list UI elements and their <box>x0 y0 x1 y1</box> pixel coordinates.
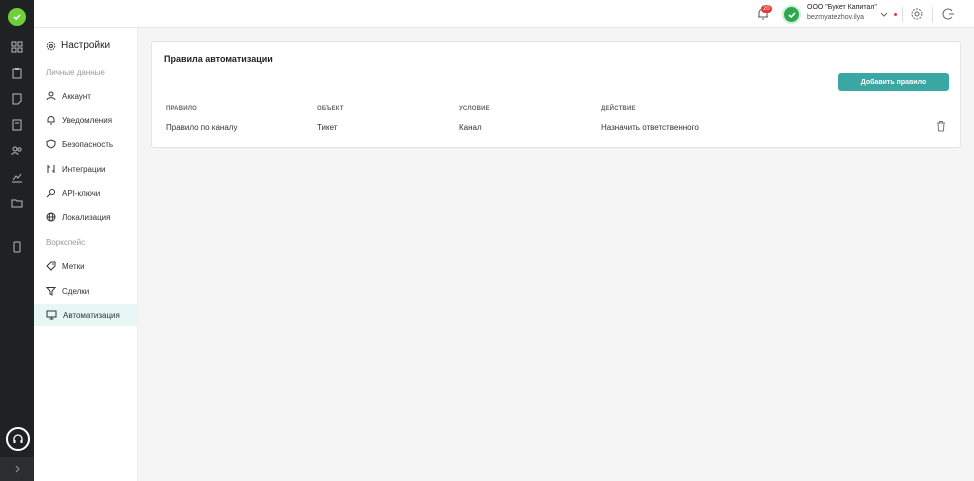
notifications-badge: 20 <box>761 5 772 13</box>
column-header-rule: ПРАВИЛО <box>166 106 198 112</box>
logout-icon[interactable] <box>942 7 956 21</box>
key-icon <box>46 189 55 198</box>
rail-document-icon[interactable] <box>9 117 25 133</box>
sidebar-item-label: Метки <box>62 261 85 271</box>
filter-icon <box>46 287 56 296</box>
sidebar-item-label: Интеграции <box>62 164 106 174</box>
trash-icon[interactable] <box>935 120 947 132</box>
section-personal: Личные данные <box>46 68 105 77</box>
settings-title: Настройки <box>46 40 110 51</box>
settings-title-text: Настройки <box>61 40 111 51</box>
monitor-icon <box>46 310 57 320</box>
sidebar-item-integrations[interactable]: Интеграции <box>34 158 138 180</box>
add-rule-button[interactable]: Добавить правило <box>838 73 949 91</box>
support-button[interactable] <box>6 427 30 451</box>
column-header-condition: УСЛОВИЕ <box>459 106 490 112</box>
divider <box>932 7 933 22</box>
check-icon <box>787 11 796 18</box>
user-icon <box>46 91 56 101</box>
org-avatar[interactable] <box>782 5 801 24</box>
settings-sidebar: Настройки Личные данные Аккаунт Уведомле… <box>34 28 138 481</box>
sidebar-item-label: Автоматизация <box>63 310 120 320</box>
sidebar-item-label: Уведомления <box>62 115 113 125</box>
rail-clipboard-icon[interactable] <box>9 65 25 81</box>
org-name[interactable]: ООО "Букет Капитал" <box>807 4 877 11</box>
rail-phone-icon[interactable] <box>9 239 25 255</box>
column-header-object: ОБЪЕКТ <box>317 106 344 112</box>
rail-chart-icon[interactable] <box>9 169 25 185</box>
shield-icon <box>46 139 56 149</box>
table-cell-object: Тикет <box>317 123 338 132</box>
sidebar-item-label: Аккаунт <box>62 91 91 101</box>
sidebar-item-notifications[interactable]: Уведомления <box>34 109 138 131</box>
sidebar-item-security[interactable]: Безопасность <box>34 133 138 155</box>
globe-icon <box>46 212 56 222</box>
sidebar-item-account[interactable]: Аккаунт <box>34 85 138 107</box>
sidebar-item-tags[interactable]: Метки <box>34 255 138 277</box>
rail-folder-icon[interactable] <box>9 195 25 211</box>
sidebar-item-label: Сделки <box>62 286 90 296</box>
rail-note-icon[interactable] <box>9 91 25 107</box>
sidebar-item-label: Безопасность <box>62 139 114 149</box>
table-cell-condition: Канал <box>459 123 482 132</box>
status-dot <box>894 13 897 16</box>
chevron-down-icon[interactable] <box>879 10 889 20</box>
sidebar-item-automation[interactable]: Автоматизация <box>34 304 138 326</box>
table-cell-action: Назначить ответственного <box>601 123 699 132</box>
rail-dashboard-icon[interactable] <box>9 39 25 55</box>
expand-rail-button[interactable] <box>0 457 34 481</box>
headset-icon <box>13 434 23 443</box>
sidebar-item-deals[interactable]: Сделки <box>34 280 138 302</box>
sidebar-item-label: Локализация <box>62 212 111 222</box>
sidebar-item-label: API-ключи <box>62 188 101 198</box>
page-title: Правила автоматизации <box>164 54 273 64</box>
app-logo[interactable] <box>8 8 26 26</box>
user-name[interactable]: bezmyatezhov.ilya <box>807 14 864 21</box>
column-header-action: ДЕЙСТВИЕ <box>601 106 636 112</box>
sidebar-item-localization[interactable]: Локализация <box>34 206 138 228</box>
integration-icon <box>47 165 55 173</box>
gear-icon[interactable] <box>910 7 924 21</box>
chevron-right-icon <box>15 465 20 473</box>
automation-rules-card: Правила автоматизации Добавить правило П… <box>151 41 961 148</box>
bell-icon <box>47 116 55 125</box>
tag-icon <box>46 261 56 271</box>
sidebar-item-api-keys[interactable]: API-ключи <box>34 182 138 204</box>
gear-icon <box>46 41 56 50</box>
divider <box>902 7 903 22</box>
top-bar: 20 ООО "Букет Капитал" bezmyatezhov.ilya <box>34 0 974 28</box>
section-workspace: Воркспейс <box>46 238 86 247</box>
icon-rail <box>0 0 34 481</box>
table-cell-rule[interactable]: Правило по каналу <box>166 123 237 132</box>
rail-users-icon[interactable] <box>9 143 25 159</box>
check-icon <box>13 14 21 21</box>
